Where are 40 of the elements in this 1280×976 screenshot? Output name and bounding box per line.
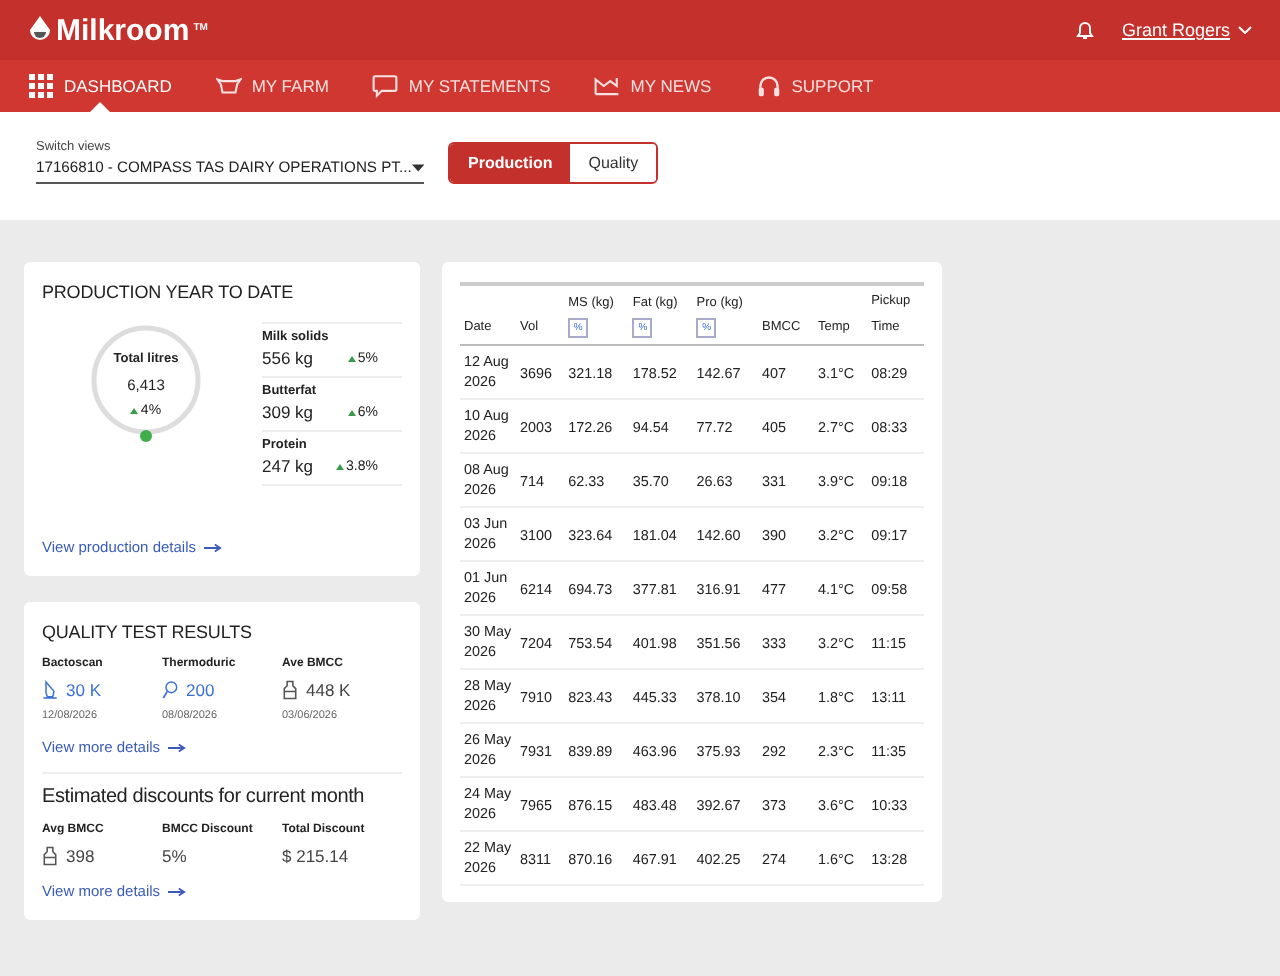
- nav-tab[interactable]: MY NEWS: [594, 60, 712, 112]
- chevron-icon: [1238, 26, 1252, 34]
- metric-value: 556 kg: [262, 348, 314, 368]
- metric-value: 247 kg: [262, 456, 314, 476]
- grid-icon: [28, 74, 54, 98]
- bottle-icon: [42, 846, 58, 866]
- discount-value: 398: [66, 846, 95, 866]
- section-title: Estimated discounts for current month: [42, 786, 367, 808]
- news-icon: [594, 74, 621, 98]
- metric-value: 309 kg: [262, 402, 314, 422]
- test-value: 448 K: [306, 680, 351, 700]
- bottle-icon: [282, 680, 298, 700]
- discount-value: $ 215.14: [282, 846, 349, 866]
- arrow-icon: [168, 741, 187, 753]
- nav-tab[interactable]: MY STATEMENTS: [372, 60, 551, 112]
- bell-icon[interactable]: [1075, 20, 1094, 40]
- nav-tab[interactable]: DASHBOARD: [28, 60, 172, 112]
- up-arrow-icon: [130, 407, 139, 413]
- up-arrow-icon: [347, 409, 356, 415]
- card-title: QUALITY TEST RESULTS: [42, 622, 254, 642]
- discount-value: 5%: [162, 846, 187, 866]
- up-arrow-icon: [336, 463, 345, 469]
- drop-logo-icon: [28, 16, 52, 44]
- chat-icon: [372, 74, 399, 98]
- pipette-icon: [42, 680, 58, 700]
- up-arrow-icon: [347, 355, 356, 361]
- test-value[interactable]: 30 K: [66, 680, 101, 700]
- arrow-icon: [204, 541, 222, 553]
- headset-icon: [755, 74, 782, 98]
- nav-tab[interactable]: MY FARM: [215, 60, 329, 112]
- user-menu[interactable]: Grant Rogers: [1121, 20, 1252, 40]
- magnifier-icon: [162, 680, 178, 700]
- card-title: PRODUCTION YEAR TO DATE: [42, 282, 296, 302]
- logo-text: Milkroom: [56, 13, 190, 47]
- caret-icon: [411, 163, 424, 171]
- arrow-icon: [168, 885, 187, 897]
- ring-icon: [90, 324, 202, 448]
- test-value[interactable]: 200: [186, 680, 215, 700]
- nav-tab[interactable]: SUPPORT: [755, 60, 874, 112]
- view-toggle-button[interactable]: Production: [450, 144, 571, 182]
